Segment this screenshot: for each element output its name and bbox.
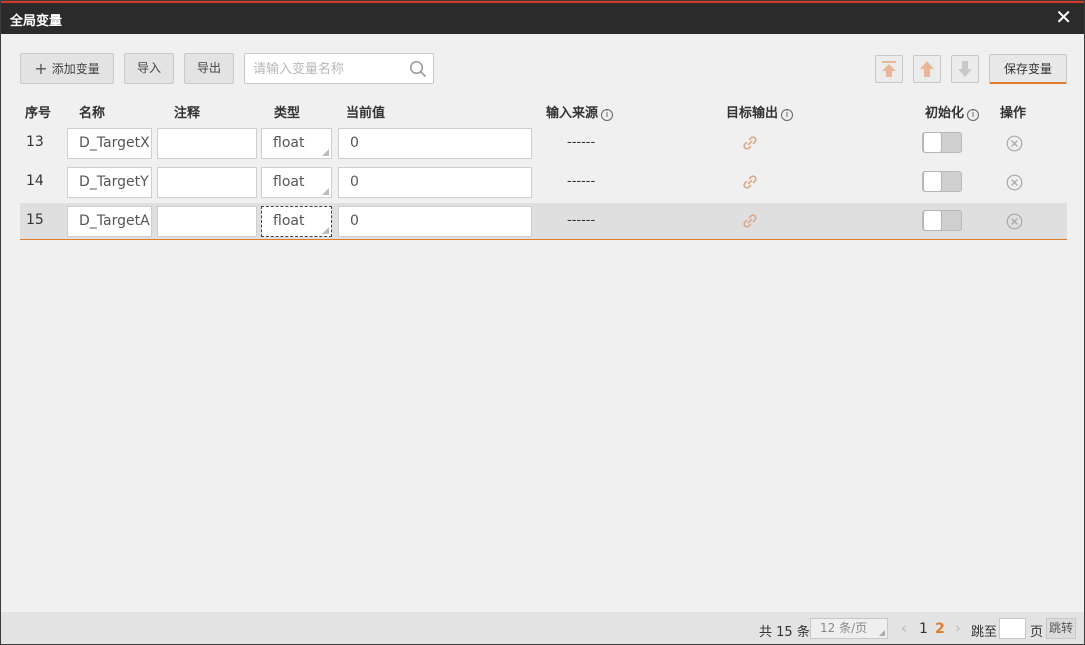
jump-button[interactable]: 跳转 [1046, 618, 1076, 639]
export-button[interactable]: 导出 [184, 53, 234, 84]
title-bar: 全局变量 ✕ [1, 1, 1084, 34]
init-toggle[interactable] [922, 210, 962, 231]
info-icon[interactable]: i [781, 109, 794, 121]
column-header-type: 类型 [274, 106, 301, 121]
link-icon[interactable] [741, 173, 759, 191]
toggle-knob [923, 171, 942, 192]
row-index: 13 [26, 134, 44, 150]
page-unit-label: 页 [1030, 625, 1044, 640]
total-suffix: 条 [796, 625, 810, 640]
info-icon[interactable]: i [967, 109, 980, 121]
table-row[interactable]: 15 D_TargetA float 0 ------ [20, 203, 1067, 240]
search-box [244, 53, 434, 84]
dropdown-corner-icon [322, 227, 329, 234]
close-icon[interactable]: ✕ [1055, 7, 1072, 27]
type-value: float [273, 213, 305, 229]
jump-label: 跳至 [971, 625, 998, 640]
input-source-value: ------ [567, 135, 596, 150]
next-page-icon[interactable]: › [955, 619, 961, 637]
add-variable-label: 添加变量 [51, 62, 100, 76]
move-to-top-icon [882, 61, 896, 77]
comment-field[interactable] [157, 167, 257, 198]
input-source-value: ------ [567, 174, 596, 189]
search-input[interactable] [253, 60, 403, 78]
search-icon[interactable] [409, 60, 427, 78]
save-variables-button[interactable]: 保存变量 [989, 54, 1067, 84]
jump-page-input[interactable] [999, 618, 1026, 639]
move-down-button[interactable] [951, 55, 979, 83]
init-label: 初始化 [925, 106, 965, 121]
page-size-select[interactable]: 12 条/页 [810, 618, 888, 639]
value-field[interactable]: 0 [338, 167, 532, 198]
input-source-value: ------ [567, 213, 596, 228]
table-row[interactable]: 14 D_TargetY float 0 ------ [20, 164, 1067, 201]
arrow-down-icon [958, 61, 972, 77]
global-variables-window: 全局变量 ✕ +添加变量 导入 导出 保存变量 序号 名称 注释 类型 当前值 … [0, 0, 1085, 645]
link-icon[interactable] [741, 134, 759, 152]
type-select[interactable]: float [261, 167, 332, 198]
input-source-label: 输入来源 [546, 106, 599, 121]
delete-icon[interactable] [1006, 174, 1023, 191]
plus-icon: + [34, 59, 48, 78]
dropdown-corner-icon [322, 149, 329, 156]
total-number: 15 [776, 625, 793, 640]
row-index: 14 [26, 173, 44, 189]
dropdown-corner-icon [879, 630, 885, 636]
comment-field[interactable] [157, 128, 257, 159]
delete-icon[interactable] [1006, 135, 1023, 152]
pagination-bar: 共 15 条 12 条/页 ‹ 1 2 › 跳至 页 跳转 [1, 612, 1084, 644]
value-field[interactable]: 0 [338, 206, 532, 237]
column-header-input-source: 输入来源 i [546, 102, 614, 121]
type-value: float [273, 135, 305, 151]
type-select[interactable]: float [261, 128, 332, 159]
toggle-knob [923, 210, 942, 231]
import-button[interactable]: 导入 [124, 53, 174, 84]
move-up-button[interactable] [913, 55, 941, 83]
total-prefix: 共 [759, 625, 773, 640]
link-icon[interactable] [741, 212, 759, 230]
column-header-target-output: 目标输出 i [726, 102, 794, 121]
comment-field[interactable] [157, 206, 257, 237]
name-field[interactable]: D_TargetY [67, 167, 152, 198]
column-header-init: 初始化 i [925, 102, 980, 121]
page-size-value: 12 条/页 [820, 621, 868, 635]
column-header-comment: 注释 [174, 106, 201, 121]
page-1-link[interactable]: 1 [919, 621, 928, 637]
name-field[interactable]: D_TargetA [67, 206, 152, 237]
delete-icon[interactable] [1006, 213, 1023, 230]
move-to-top-button[interactable] [875, 55, 903, 83]
row-index: 15 [26, 212, 44, 228]
total-count: 共 15 条 [759, 621, 810, 640]
type-select[interactable]: float [261, 206, 332, 237]
info-icon[interactable]: i [601, 109, 614, 121]
target-output-label: 目标输出 [726, 106, 779, 121]
window-title: 全局变量 [10, 14, 63, 29]
column-header-index: 序号 [25, 106, 52, 121]
column-header-name: 名称 [79, 106, 106, 121]
column-header-action: 操作 [1000, 106, 1027, 121]
init-toggle[interactable] [922, 171, 962, 192]
value-field[interactable]: 0 [338, 128, 532, 159]
arrow-up-icon [920, 61, 934, 77]
page-2-link[interactable]: 2 [935, 621, 945, 637]
init-toggle[interactable] [922, 132, 962, 153]
name-field[interactable]: D_TargetX [67, 128, 152, 159]
toggle-knob [923, 132, 942, 153]
dropdown-corner-icon [322, 188, 329, 195]
add-variable-button[interactable]: + 添加变量 [20, 53, 114, 84]
table-row[interactable]: 13 D_TargetX float 0 ------ [20, 125, 1067, 162]
prev-page-icon[interactable]: ‹ [901, 619, 907, 637]
type-value: float [273, 174, 305, 190]
column-header-value: 当前值 [346, 106, 386, 121]
